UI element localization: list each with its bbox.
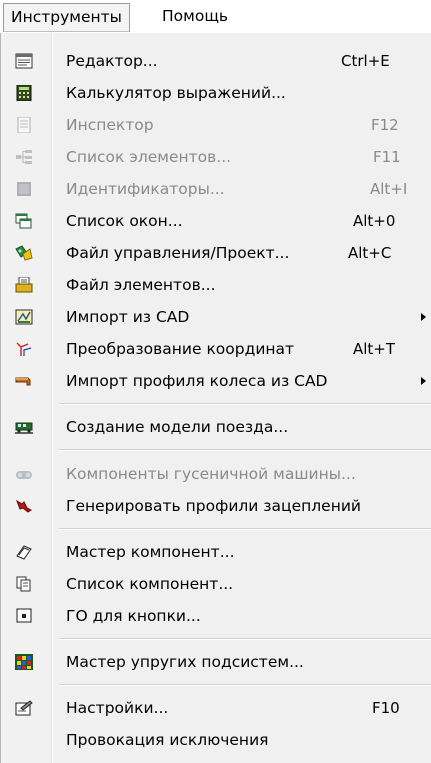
menu-separator bbox=[59, 449, 431, 451]
menu-item-label: Инспектор bbox=[66, 116, 154, 134]
elements-file-icon bbox=[15, 277, 33, 293]
menu-item-label: Список элементов... bbox=[66, 148, 232, 166]
elastic-mesh-icon bbox=[15, 654, 33, 670]
menu-help[interactable]: Помощь bbox=[155, 4, 235, 29]
menu-item-wheel-profile-import[interactable]: Импорт профиля колеса из CAD bbox=[1, 365, 431, 397]
menu-item-label: Провокация исключения bbox=[66, 731, 269, 749]
menu-item-shortcut: Alt+0 bbox=[353, 212, 396, 230]
menu-item-label: Калькулятор выражений... bbox=[66, 84, 286, 102]
menu-item-label: Мастер упругих подсистем... bbox=[66, 653, 304, 671]
menu-separator bbox=[59, 403, 431, 405]
train-icon bbox=[15, 422, 33, 434]
calculator-icon bbox=[16, 85, 32, 101]
menu-item-coord-transform[interactable]: Преобразование координат Alt+T bbox=[1, 333, 431, 365]
menu-item-element-list[interactable]: Список элементов... F11 bbox=[1, 141, 431, 173]
menu-item-elements-file[interactable]: Файл элементов... bbox=[1, 269, 431, 301]
component-wizard-icon bbox=[16, 545, 32, 560]
editor-icon bbox=[15, 53, 33, 69]
menu-item-calculator[interactable]: Калькулятор выражений... bbox=[1, 77, 431, 109]
menu-item-label: Импорт из CAD bbox=[66, 308, 190, 326]
wheel-profile-icon bbox=[15, 377, 31, 386]
menu-item-button-go[interactable]: ГО для кнопки... bbox=[1, 600, 431, 632]
submenu-arrow-icon bbox=[421, 313, 426, 321]
identifiers-icon bbox=[17, 182, 31, 196]
menu-tools[interactable]: Инструменты bbox=[3, 3, 130, 32]
menu-item-shortcut: F10 bbox=[372, 699, 400, 717]
menu-item-shortcut: Alt+I bbox=[370, 180, 408, 198]
menu-item-component-wizard[interactable]: Мастер компонент... bbox=[1, 536, 431, 568]
menu-item-shortcut: Alt+T bbox=[353, 340, 396, 358]
menu-item-label: Файл управления/Проект... bbox=[66, 244, 290, 262]
inspector-icon bbox=[17, 117, 31, 133]
button-graphic-icon bbox=[16, 608, 32, 623]
tracked-vehicle-icon bbox=[16, 471, 32, 479]
submenu-arrow-icon bbox=[421, 377, 426, 385]
menu-item-label: Преобразование координат bbox=[66, 340, 295, 358]
coordinate-axes-icon bbox=[16, 342, 32, 356]
menu-item-identifiers[interactable]: Идентификаторы... Alt+I bbox=[1, 173, 431, 205]
menu-item-gear-profiles[interactable]: Генерировать профили зацеплений bbox=[1, 490, 431, 522]
element-tree-icon bbox=[16, 150, 32, 164]
menu-item-label: Импорт профиля колеса из CAD bbox=[66, 372, 328, 390]
menu-item-component-list[interactable]: Список компонент... bbox=[1, 568, 431, 600]
menu-item-label: Файл элементов... bbox=[66, 276, 216, 294]
tools-dropdown-menu: Редактор... Ctrl+E Калькулятор выражений… bbox=[0, 33, 431, 763]
windows-icon bbox=[15, 213, 32, 229]
menu-item-shortcut: F11 bbox=[373, 148, 401, 166]
settings-icon bbox=[15, 700, 33, 716]
menu-item-label: Создание модели поезда... bbox=[66, 418, 289, 436]
menu-separator bbox=[59, 528, 431, 530]
control-file-icon bbox=[15, 245, 33, 261]
menu-item-window-list[interactable]: Список окон... Alt+0 bbox=[1, 205, 431, 237]
gear-profile-icon bbox=[16, 499, 32, 513]
menu-item-control-file[interactable]: Файл управления/Проект... Alt+C bbox=[1, 237, 431, 269]
menu-item-label: Редактор... bbox=[66, 52, 158, 70]
import-cad-icon bbox=[15, 309, 33, 325]
menu-separator bbox=[59, 684, 431, 686]
menu-item-editor[interactable]: Редактор... Ctrl+E bbox=[1, 45, 431, 77]
menu-item-exception[interactable]: Провокация исключения bbox=[1, 724, 431, 756]
menu-item-label: Список окон... bbox=[66, 212, 183, 230]
menu-item-label: Мастер компонент... bbox=[66, 543, 235, 561]
menu-item-label: Настройки... bbox=[66, 699, 169, 717]
menu-item-import-cad[interactable]: Импорт из CAD bbox=[1, 301, 431, 333]
menu-bar: Инструменты Помощь bbox=[0, 0, 431, 33]
menu-item-train-model[interactable]: Создание модели поезда... bbox=[1, 411, 431, 443]
menu-item-label: Генерировать профили зацеплений bbox=[66, 497, 361, 515]
menu-item-label: ГО для кнопки... bbox=[66, 607, 201, 625]
menu-item-shortcut: F12 bbox=[371, 116, 399, 134]
menu-item-shortcut: Ctrl+E bbox=[341, 52, 390, 70]
menu-separator bbox=[59, 638, 431, 640]
menu-item-settings[interactable]: Настройки... F10 bbox=[1, 692, 431, 724]
component-list-icon bbox=[16, 576, 31, 592]
menu-item-label: Компоненты гусеничной машины... bbox=[66, 465, 356, 483]
menu-item-label: Список компонент... bbox=[66, 575, 234, 593]
menu-item-inspector[interactable]: Инспектор F12 bbox=[1, 109, 431, 141]
menu-item-tracked-components[interactable]: Компоненты гусеничной машины... bbox=[1, 458, 431, 490]
menu-item-elastic-wizard[interactable]: Мастер упругих подсистем... bbox=[1, 646, 431, 678]
menu-item-label: Идентификаторы... bbox=[66, 180, 225, 198]
menu-item-shortcut: Alt+C bbox=[348, 244, 392, 262]
